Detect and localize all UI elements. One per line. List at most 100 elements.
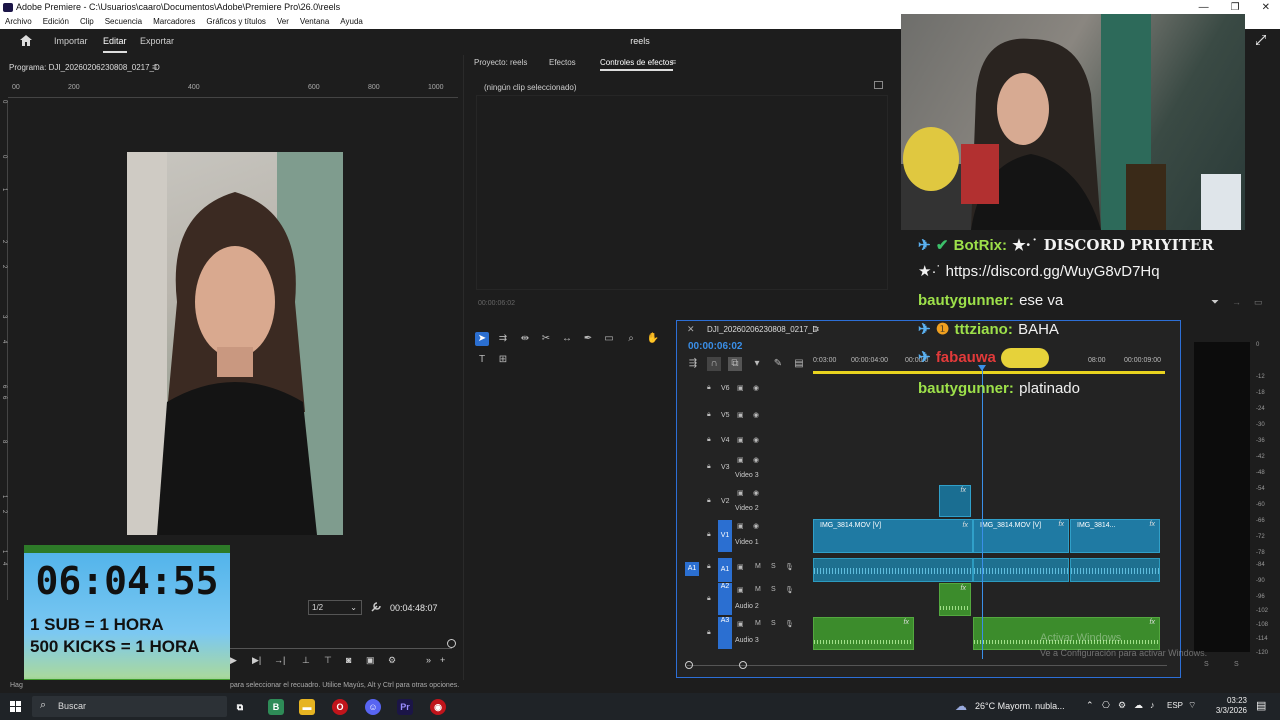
lock-icon[interactable]: 🔒︎ — [707, 384, 711, 392]
insert-sequence-icon[interactable]: ⇶ — [686, 357, 700, 371]
restore-icon[interactable]: ❐ — [1231, 0, 1240, 15]
weather-text[interactable]: 26°C Mayorm. nubla... — [975, 701, 1065, 711]
microphone-icon[interactable]: 🎙︎ — [785, 586, 794, 594]
eye-icon[interactable]: ◉ — [753, 489, 759, 497]
sync-icon[interactable]: ▣ — [737, 411, 744, 419]
more-icon[interactable]: » — [426, 655, 431, 665]
tray-app-icon[interactable]: ⎔ — [1102, 700, 1110, 711]
windows-start-icon[interactable] — [10, 701, 21, 712]
clip-v1-1[interactable]: IMG_3814.MOV [V] fx — [813, 519, 973, 553]
clock-date[interactable]: 3/3/2026 — [1207, 706, 1247, 715]
hand-tool-icon[interactable]: ✋ — [646, 332, 660, 346]
type-tool-icon[interactable]: T — [475, 353, 489, 367]
razor-tool-icon[interactable]: ✂ — [539, 332, 553, 346]
ripple-edit-tool-icon[interactable]: ⇹ — [518, 332, 532, 346]
source-patch-a1[interactable]: A1 — [685, 562, 699, 576]
track-target-a2[interactable]: A2 — [718, 583, 732, 615]
solo-button[interactable]: S — [771, 586, 776, 593]
track-target-a1[interactable]: A1 — [718, 558, 732, 582]
panel-menu-icon[interactable]: ≡ — [814, 324, 819, 334]
scrub-handle[interactable] — [447, 639, 456, 648]
premiere-icon[interactable]: Pr — [397, 699, 413, 715]
menu-ver[interactable]: Ver — [277, 15, 289, 29]
panel-menu-icon[interactable]: ≡ — [152, 62, 157, 72]
microphone-icon[interactable]: 🎙︎ — [785, 620, 794, 628]
program-video-frame[interactable] — [127, 152, 343, 535]
lock-icon[interactable]: 🔒︎ — [707, 531, 711, 539]
go-to-out-icon[interactable]: →| — [274, 655, 285, 665]
zoom-handle-right[interactable] — [739, 661, 747, 669]
lift-icon[interactable]: ⊥ — [302, 655, 310, 666]
mute-button[interactable]: M — [755, 620, 761, 627]
step-forward-icon[interactable]: ▶| — [252, 655, 261, 666]
sync-icon[interactable]: ▣ — [737, 384, 744, 392]
mute-button[interactable]: M — [755, 563, 761, 570]
mute-button[interactable]: M — [755, 586, 761, 593]
opera-icon[interactable]: O — [332, 699, 348, 715]
lock-icon[interactable]: 🔒︎ — [707, 563, 711, 571]
solo-label[interactable]: S — [1234, 661, 1239, 668]
lock-icon[interactable]: 🔒︎ — [707, 436, 711, 444]
app-icon-b[interactable]: B — [268, 699, 284, 715]
tab-effects[interactable]: Efectos — [549, 58, 576, 67]
track-target-a3[interactable]: A3 — [718, 617, 732, 649]
timeline-settings-icon[interactable]: ✎ — [771, 357, 785, 371]
lock-icon[interactable]: 🔒︎ — [707, 411, 711, 419]
menu-graficos[interactable]: Gráficos y títulos — [206, 15, 266, 29]
tab-effect-controls[interactable]: Controles de efectos — [600, 58, 674, 71]
menu-ventana[interactable]: Ventana — [300, 15, 329, 29]
captions-icon[interactable]: ▤ — [792, 357, 806, 371]
program-timecode[interactable]: 00:04:48:07 — [390, 603, 438, 613]
panel-menu-icon[interactable]: ≡ — [671, 57, 676, 67]
tab-project[interactable]: Proyecto: reels — [474, 58, 527, 67]
menu-edicion[interactable]: Edición — [43, 15, 69, 29]
eye-icon[interactable]: ◉ — [753, 411, 759, 419]
eye-icon[interactable]: ◉ — [753, 436, 759, 444]
tab-importar[interactable]: Importar — [54, 36, 88, 46]
clip-v2[interactable]: fx — [939, 485, 971, 517]
task-view-icon[interactable]: ⧉ — [232, 699, 248, 715]
clip-a3-1[interactable]: fx — [813, 617, 914, 650]
clip-a1-1[interactable] — [813, 558, 973, 582]
eye-icon[interactable]: ◉ — [753, 522, 759, 530]
zoom-handle-left[interactable] — [685, 661, 693, 669]
clock-time[interactable]: 03:23 — [1207, 696, 1247, 705]
program-scrub-bar[interactable] — [230, 639, 456, 649]
playhead-line[interactable] — [982, 369, 983, 659]
solo-button[interactable]: S — [771, 620, 776, 627]
lock-icon[interactable]: 🔒︎ — [707, 463, 711, 471]
settings-icon[interactable]: ⚙ — [388, 655, 396, 666]
recording-app-icon[interactable]: ◉ — [430, 699, 446, 715]
tab-exportar[interactable]: Exportar — [140, 36, 174, 46]
close-tab-icon[interactable]: ✕ — [687, 324, 695, 335]
toggle-view-icon[interactable] — [874, 81, 883, 89]
snap-icon[interactable]: ∩ — [707, 357, 721, 371]
microphone-icon[interactable]: 🎙︎ — [785, 563, 794, 571]
sync-icon[interactable]: ▣ — [737, 620, 744, 628]
linked-selection-icon[interactable]: ⧉ — [728, 357, 742, 371]
pen-tool-icon[interactable]: ✒ — [581, 332, 595, 346]
eye-icon[interactable]: ◉ — [753, 456, 759, 464]
solo-button[interactable]: S — [771, 563, 776, 570]
zoom-tool-icon[interactable]: ⌕ — [624, 332, 638, 346]
rectangle-tool-icon[interactable]: ▭ — [602, 332, 616, 346]
track-target-v1[interactable]: V1 — [718, 520, 732, 552]
fullscreen-icon[interactable] — [1256, 35, 1266, 45]
sync-icon[interactable]: ▣ — [737, 586, 744, 594]
sequence-tab[interactable]: DJI_20260206230808_0217_D — [707, 325, 818, 334]
tab-editar[interactable]: Editar — [103, 36, 127, 53]
notifications-icon[interactable]: ▤ — [1256, 699, 1266, 712]
timeline-timecode[interactable]: 00:00:06:02 — [688, 341, 742, 352]
play-icon[interactable]: ▶ — [230, 655, 237, 666]
file-explorer-icon[interactable]: ▬ — [299, 699, 315, 715]
volume-icon[interactable]: ♪ — [1150, 700, 1155, 710]
sync-icon[interactable]: ▣ — [737, 436, 744, 444]
zoom-dropdown[interactable]: 1/2 ⌄ — [308, 600, 362, 615]
clip-a2[interactable]: fx — [939, 583, 971, 616]
camera-icon[interactable]: ◙ — [346, 655, 351, 665]
menu-marcadores[interactable]: Marcadores — [153, 15, 195, 29]
tray-chevron-icon[interactable]: ⌃ — [1086, 700, 1094, 711]
transform-tool-icon[interactable]: ⊞ — [496, 353, 510, 367]
discord-icon[interactable]: ☺ — [365, 699, 381, 715]
lock-icon[interactable]: 🔒︎ — [707, 629, 711, 637]
